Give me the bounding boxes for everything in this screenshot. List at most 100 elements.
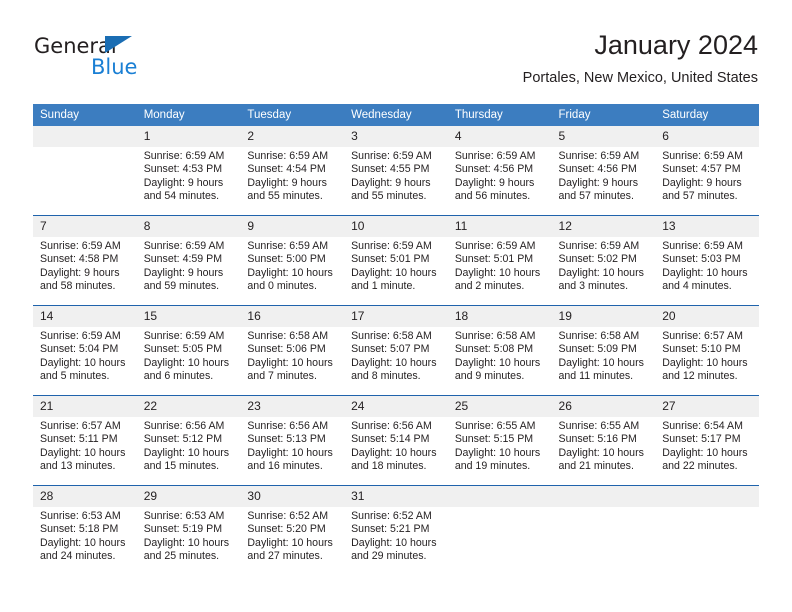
sunrise-text: Sunrise: 6:56 AM	[351, 420, 432, 432]
calendar-week-row: 14 Sunrise: 6:59 AM Sunset: 5:04 PM Dayligh…	[33, 305, 759, 396]
day-number	[655, 486, 759, 507]
calendar-day-cell[interactable]: 21 Sunrise: 6:57 AM Sunset: 5:11 PM Dayligh…	[33, 395, 137, 486]
daylight-text-line1: Daylight: 10 hours	[662, 356, 748, 369]
day-cell-inner: 9 Sunrise: 6:59 AM Sunset: 5:00 PM Daylight…	[240, 216, 345, 305]
sunrise-text: Sunrise: 6:52 AM	[351, 510, 432, 522]
calendar-day-cell[interactable]: 13 Sunrise: 6:59 AM Sunset: 5:03 PM Dayligh…	[655, 215, 759, 306]
brand-name-blue: Blue	[91, 55, 138, 79]
day-number: 8	[136, 216, 241, 237]
day-details: Sunrise: 6:59 AM Sunset: 4:54 PM Daylight:…	[240, 147, 344, 203]
calendar-day-cell[interactable]: 27 Sunrise: 6:54 AM Sunset: 5:17 PM Dayligh…	[655, 395, 759, 486]
day-details: Sunrise: 6:56 AM Sunset: 5:14 PM Daylight:…	[344, 417, 448, 473]
calendar-day-cell[interactable]: 4 Sunrise: 6:59 AM Sunset: 4:56 PM Daylight…	[447, 126, 552, 216]
calendar-table: Sunday Monday Tuesday Wednesday Thursday…	[33, 104, 759, 575]
daylight-text-line1: Daylight: 10 hours	[247, 536, 333, 549]
calendar-day-cell[interactable]: 3 Sunrise: 6:59 AM Sunset: 4:55 PM Daylight…	[344, 126, 448, 216]
day-cell-inner: 11 Sunrise: 6:59 AM Sunset: 5:01 PM Dayligh…	[447, 216, 552, 305]
sunrise-text: Sunrise: 6:59 AM	[558, 150, 640, 162]
day-details: Sunrise: 6:59 AM Sunset: 4:58 PM Daylight:…	[33, 237, 137, 293]
day-cell-inner	[655, 486, 759, 575]
day-details: Sunrise: 6:59 AM Sunset: 4:56 PM Daylight:…	[448, 147, 552, 203]
day-number: 19	[551, 306, 656, 327]
day-details: Sunrise: 6:53 AM Sunset: 5:18 PM Daylight:…	[33, 507, 137, 563]
calendar-day-cell[interactable]: 23 Sunrise: 6:56 AM Sunset: 5:13 PM Dayligh…	[240, 395, 345, 486]
sunrise-text: Sunrise: 6:58 AM	[351, 330, 432, 342]
day-cell-inner: 3 Sunrise: 6:59 AM Sunset: 4:55 PM Daylight…	[344, 126, 448, 215]
day-details: Sunrise: 6:59 AM Sunset: 4:59 PM Daylight:…	[137, 237, 241, 293]
calendar-day-cell[interactable]: 11 Sunrise: 6:59 AM Sunset: 5:01 PM Dayligh…	[447, 215, 552, 306]
sunset-text: Sunset: 4:55 PM	[351, 163, 430, 176]
calendar-day-cell[interactable]: 26 Sunrise: 6:55 AM Sunset: 5:16 PM Dayligh…	[551, 395, 656, 486]
calendar-day-cell[interactable]	[551, 485, 656, 575]
day-number: 31	[344, 486, 448, 507]
day-cell-inner: 24 Sunrise: 6:56 AM Sunset: 5:14 PM Dayligh…	[344, 396, 448, 485]
sunset-text: Sunset: 5:14 PM	[351, 433, 430, 446]
daylight-text-line2: and 27 minutes.	[247, 549, 323, 562]
daylight-text-line2: and 24 minutes.	[40, 549, 116, 562]
daylight-text-line2: and 13 minutes.	[40, 459, 116, 472]
day-cell-inner: 16 Sunrise: 6:58 AM Sunset: 5:06 PM Dayligh…	[240, 306, 345, 395]
calendar-day-cell[interactable]: 6 Sunrise: 6:59 AM Sunset: 4:57 PM Daylight…	[655, 126, 759, 216]
sunset-text: Sunset: 5:01 PM	[351, 253, 430, 266]
calendar-day-cell[interactable]: 16 Sunrise: 6:58 AM Sunset: 5:06 PM Dayligh…	[240, 305, 345, 396]
calendar-day-cell[interactable]: 9 Sunrise: 6:59 AM Sunset: 5:00 PM Daylight…	[240, 215, 345, 306]
calendar-day-cell[interactable]: 29 Sunrise: 6:53 AM Sunset: 5:19 PM Dayligh…	[136, 485, 241, 575]
calendar-day-cell[interactable]	[33, 126, 137, 216]
daylight-text-line2: and 8 minutes.	[351, 369, 421, 382]
daylight-text-line2: and 1 minute.	[351, 279, 416, 292]
calendar-day-cell[interactable]: 8 Sunrise: 6:59 AM Sunset: 4:59 PM Daylight…	[136, 215, 241, 306]
day-cell-inner: 4 Sunrise: 6:59 AM Sunset: 4:56 PM Daylight…	[447, 126, 552, 215]
day-details: Sunrise: 6:59 AM Sunset: 5:04 PM Daylight:…	[33, 327, 137, 383]
calendar-day-cell[interactable]: 2 Sunrise: 6:59 AM Sunset: 4:54 PM Daylight…	[240, 126, 345, 216]
calendar-day-cell[interactable]: 10 Sunrise: 6:59 AM Sunset: 5:01 PM Dayligh…	[344, 215, 448, 306]
calendar-day-cell[interactable]: 31 Sunrise: 6:52 AM Sunset: 5:21 PM Dayligh…	[344, 485, 448, 575]
calendar-day-cell[interactable]: 28 Sunrise: 6:53 AM Sunset: 5:18 PM Dayligh…	[33, 485, 137, 575]
daylight-text-line2: and 29 minutes.	[351, 549, 427, 562]
day-number: 26	[551, 396, 656, 417]
weekday-header-thursday: Thursday	[447, 104, 552, 126]
calendar-day-cell[interactable]: 17 Sunrise: 6:58 AM Sunset: 5:07 PM Dayligh…	[344, 305, 448, 396]
day-details: Sunrise: 6:59 AM Sunset: 4:55 PM Daylight:…	[344, 147, 448, 203]
day-number: 9	[240, 216, 345, 237]
daylight-text-line1: Daylight: 10 hours	[558, 356, 644, 369]
calendar-day-cell[interactable]: 7 Sunrise: 6:59 AM Sunset: 4:58 PM Daylight…	[33, 215, 137, 306]
calendar-day-cell[interactable]: 5 Sunrise: 6:59 AM Sunset: 4:56 PM Daylight…	[551, 126, 656, 216]
calendar-day-cell[interactable]	[447, 485, 552, 575]
day-cell-inner: 2 Sunrise: 6:59 AM Sunset: 4:54 PM Daylight…	[240, 126, 345, 215]
sunset-text: Sunset: 5:03 PM	[662, 253, 741, 266]
daylight-text-line1: Daylight: 10 hours	[247, 266, 333, 279]
daylight-text-line1: Daylight: 10 hours	[351, 356, 437, 369]
calendar-day-cell[interactable]: 15 Sunrise: 6:59 AM Sunset: 5:05 PM Dayligh…	[136, 305, 241, 396]
calendar-day-cell[interactable]: 19 Sunrise: 6:58 AM Sunset: 5:09 PM Dayligh…	[551, 305, 656, 396]
calendar-day-cell[interactable]: 22 Sunrise: 6:56 AM Sunset: 5:12 PM Dayligh…	[136, 395, 241, 486]
day-number: 21	[33, 396, 137, 417]
calendar-day-cell[interactable]: 25 Sunrise: 6:55 AM Sunset: 5:15 PM Dayligh…	[447, 395, 552, 486]
day-number: 18	[447, 306, 552, 327]
calendar-day-cell[interactable]: 18 Sunrise: 6:58 AM Sunset: 5:08 PM Dayligh…	[447, 305, 552, 396]
calendar-day-cell[interactable]: 12 Sunrise: 6:59 AM Sunset: 5:02 PM Dayligh…	[551, 215, 656, 306]
day-number	[551, 486, 656, 507]
calendar-day-cell[interactable]	[655, 485, 759, 575]
day-cell-inner: 13 Sunrise: 6:59 AM Sunset: 5:03 PM Dayligh…	[655, 216, 759, 305]
day-details: Sunrise: 6:52 AM Sunset: 5:20 PM Daylight:…	[240, 507, 344, 563]
calendar-day-cell[interactable]: 1 Sunrise: 6:59 AM Sunset: 4:53 PM Daylight…	[136, 126, 241, 216]
daylight-text-line2: and 57 minutes.	[662, 189, 738, 202]
day-cell-inner: 17 Sunrise: 6:58 AM Sunset: 5:07 PM Dayligh…	[344, 306, 448, 395]
sunrise-text: Sunrise: 6:59 AM	[558, 240, 640, 252]
calendar-day-cell[interactable]: 14 Sunrise: 6:59 AM Sunset: 5:04 PM Dayligh…	[33, 305, 137, 396]
sunset-text: Sunset: 5:04 PM	[40, 343, 119, 356]
day-number: 28	[33, 486, 137, 507]
calendar-day-cell[interactable]: 30 Sunrise: 6:52 AM Sunset: 5:20 PM Dayligh…	[240, 485, 345, 575]
day-details: Sunrise: 6:57 AM Sunset: 5:11 PM Daylight:…	[33, 417, 137, 473]
day-cell-inner	[447, 486, 552, 575]
daylight-text-line1: Daylight: 9 hours	[454, 176, 535, 189]
day-details: Sunrise: 6:58 AM Sunset: 5:09 PM Daylight:…	[552, 327, 656, 383]
daylight-text-line1: Daylight: 9 hours	[351, 176, 431, 189]
day-cell-inner: 15 Sunrise: 6:59 AM Sunset: 5:05 PM Dayligh…	[136, 306, 241, 395]
calendar-week-row: 28 Sunrise: 6:53 AM Sunset: 5:18 PM Dayligh…	[33, 485, 759, 575]
calendar-day-cell[interactable]: 24 Sunrise: 6:56 AM Sunset: 5:14 PM Dayligh…	[344, 395, 448, 486]
sunset-text: Sunset: 4:58 PM	[40, 253, 119, 266]
daylight-text-line2: and 22 minutes.	[662, 459, 738, 472]
day-number: 17	[344, 306, 448, 327]
calendar-day-cell[interactable]: 20 Sunrise: 6:57 AM Sunset: 5:10 PM Dayligh…	[655, 305, 759, 396]
